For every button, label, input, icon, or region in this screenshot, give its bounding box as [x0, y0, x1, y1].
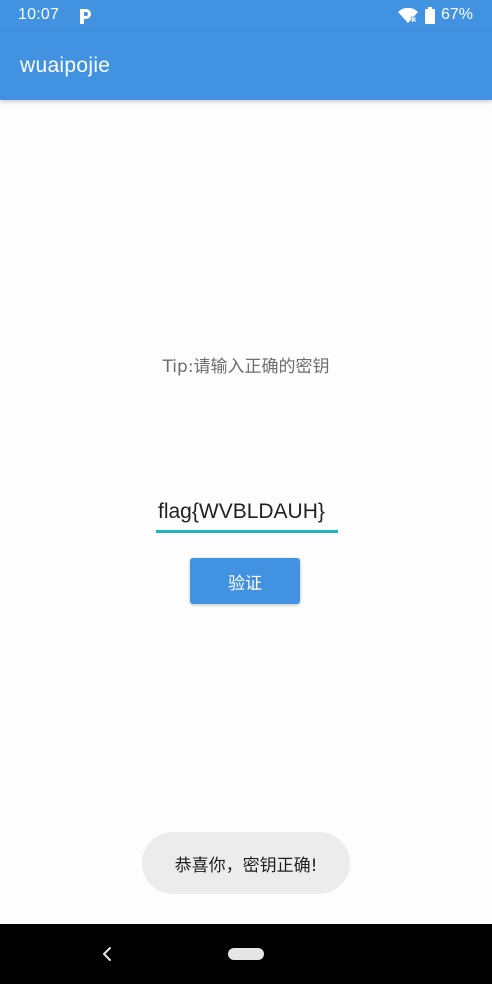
app-bar: wuaipojie — [0, 32, 492, 100]
wifi-no-internet-icon — [398, 8, 418, 23]
back-icon[interactable] — [98, 944, 116, 964]
toast-message: 恭喜你，密钥正确! — [142, 832, 350, 894]
key-input[interactable] — [156, 494, 338, 533]
navigation-bar — [0, 924, 492, 984]
status-time: 10:07 — [18, 6, 60, 23]
tip-label: Tip:请输入正确的密钥 — [162, 357, 330, 377]
app-title: wuaipojie — [20, 54, 111, 77]
battery-icon — [425, 7, 435, 24]
verify-button[interactable]: 验证 — [190, 558, 300, 604]
battery-percentage: 67% — [441, 6, 474, 23]
pocket-casts-notification-icon — [80, 9, 91, 24]
status-bar: 10:07 67% — [0, 0, 492, 32]
home-pill-icon[interactable] — [228, 948, 264, 960]
